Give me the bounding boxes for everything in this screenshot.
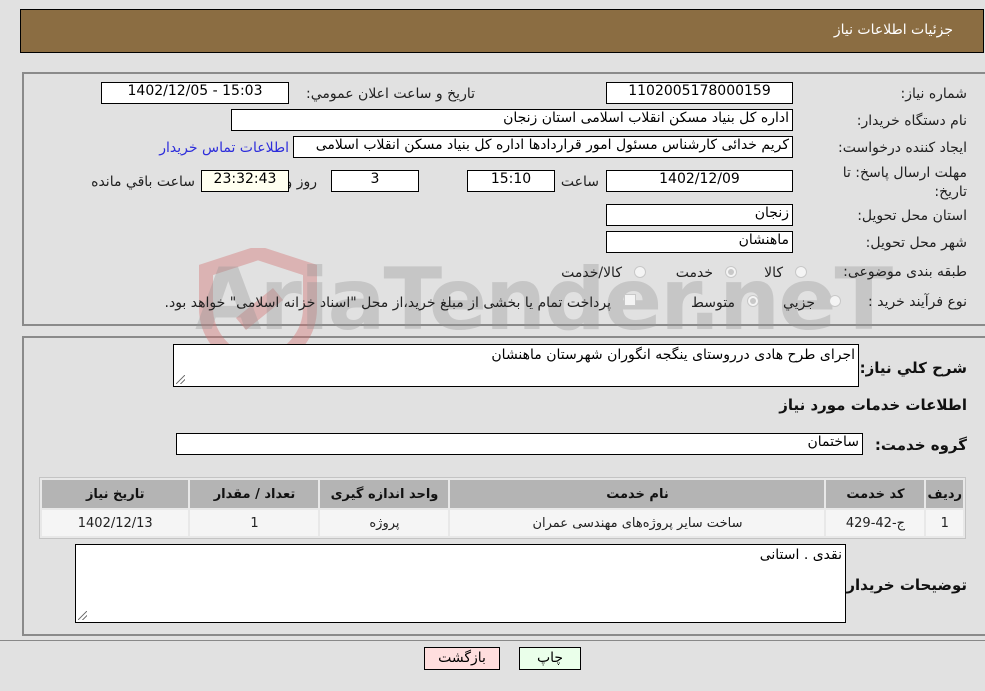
buyer-org-field: اداره کل بنیاد مسکن انقلاب اسلامی استان … — [231, 109, 793, 131]
purchase-option-medium: متوسط — [691, 295, 735, 311]
table-header-row: ردیف کد خدمت نام خدمت واحد اندازه گیری ت… — [42, 480, 963, 508]
cell-service-code: ج-42-429 — [826, 510, 925, 536]
remaining-days-field: 3 — [331, 170, 419, 192]
province-field: زنجان — [606, 204, 793, 226]
province-label: استان محل تحویل: — [857, 208, 967, 224]
remaining-time-label: ساعت باقي مانده — [91, 174, 195, 190]
deadline-date-field: 1402/12/09 — [606, 170, 793, 192]
city-field: ماهنشان — [606, 231, 793, 253]
cell-quantity: 1 — [190, 510, 319, 536]
remaining-time-field: 23:32:43 — [201, 170, 289, 192]
col-quantity: تعداد / مقدار — [190, 480, 319, 508]
category-radio-goods-service[interactable] — [634, 266, 646, 278]
footer-divider — [0, 640, 985, 641]
col-service-code: کد خدمت — [826, 480, 925, 508]
category-option-service: خدمت — [675, 265, 713, 281]
purchase-radio-minor[interactable] — [829, 295, 841, 307]
services-table: ردیف کد خدمت نام خدمت واحد اندازه گیری ت… — [39, 477, 966, 539]
table-row: 1 ج-42-429 ساخت سایر پروژه‌های مهندسی عم… — [42, 510, 963, 536]
buyer-notes-textarea[interactable]: نقدی . استانی — [75, 544, 846, 623]
back-button[interactable]: بازگشت — [424, 647, 500, 670]
service-group-field: ساختمان — [176, 433, 863, 455]
days-label: روز و — [285, 174, 318, 190]
category-option-goods: کالا — [764, 265, 783, 281]
col-service-name: نام خدمت — [450, 480, 825, 508]
requester-label: ايجاد کننده درخواست: — [838, 140, 967, 156]
buyer-notes-text: نقدی . استانی — [759, 547, 842, 563]
cell-row-number: 1 — [926, 510, 963, 536]
treasury-note: پرداخت تمام یا بخشی از مبلغ خرید،از محل … — [164, 295, 611, 311]
description-textarea[interactable]: اجرای طرح هادی درروستای ینگجه انگوران شه… — [173, 344, 859, 387]
purchase-type-label: نوع فرآیند خرید : — [868, 294, 967, 310]
resize-handle-icon[interactable] — [78, 611, 87, 620]
col-row-number: ردیف — [926, 480, 963, 508]
deadline-time-field: 15:10 — [467, 170, 555, 192]
category-radio-service[interactable] — [725, 266, 737, 278]
services-heading: اطلاعات خدمات مورد نياز — [779, 396, 967, 414]
cell-service-name: ساخت سایر پروژه‌های مهندسی عمران — [450, 510, 825, 536]
category-option-goods-service: کالا/خدمت — [561, 265, 622, 281]
purchase-radio-medium[interactable] — [747, 295, 759, 307]
col-need-date: تاریخ نیاز — [42, 480, 189, 508]
announce-datetime-label: تاریخ و ساعت اعلان عمومي: — [306, 86, 475, 102]
need-number-label: شماره نیاز: — [900, 86, 968, 102]
buyer-contact-link[interactable]: اطلاعات تماس خريدار — [159, 140, 289, 156]
announce-datetime-field: 1402/12/05 - 15:03 — [101, 82, 289, 104]
requester-field: کریم خدائی کارشناس مسئول امور قراردادها … — [293, 136, 793, 158]
category-radio-goods[interactable] — [795, 266, 807, 278]
description-label: شرح کلي نياز: — [859, 359, 967, 377]
description-text: اجرای طرح هادی درروستای ینگجه انگوران شه… — [491, 347, 855, 363]
service-group-label: گروه خدمت: — [874, 436, 967, 454]
deadline-time-label: ساعت — [560, 174, 599, 190]
deadline-label: مهلت ارسال پاسخ: تا تاریخ: — [842, 165, 967, 200]
resize-handle-icon[interactable] — [176, 375, 185, 384]
page-header: جزئیات اطلاعات نیاز — [20, 9, 984, 53]
print-button[interactable]: چاپ — [519, 647, 581, 670]
purchase-option-minor: جزیي — [783, 295, 815, 311]
need-number-field: 1102005178000159 — [606, 82, 793, 104]
cell-unit: پروژه — [320, 510, 449, 536]
buyer-notes-label: توضیحات خریدار: — [840, 576, 967, 594]
city-label: شهر محل تحویل: — [865, 235, 967, 251]
treasury-checkbox[interactable] — [624, 294, 636, 306]
col-unit: واحد اندازه گیری — [320, 480, 449, 508]
page-title: جزئیات اطلاعات نیاز — [833, 22, 953, 38]
cell-need-date: 1402/12/13 — [42, 510, 189, 536]
buyer-org-label: نام دستگاه خريدار: — [856, 113, 967, 129]
category-label: طبقه بندی موضوعی: — [843, 264, 967, 280]
